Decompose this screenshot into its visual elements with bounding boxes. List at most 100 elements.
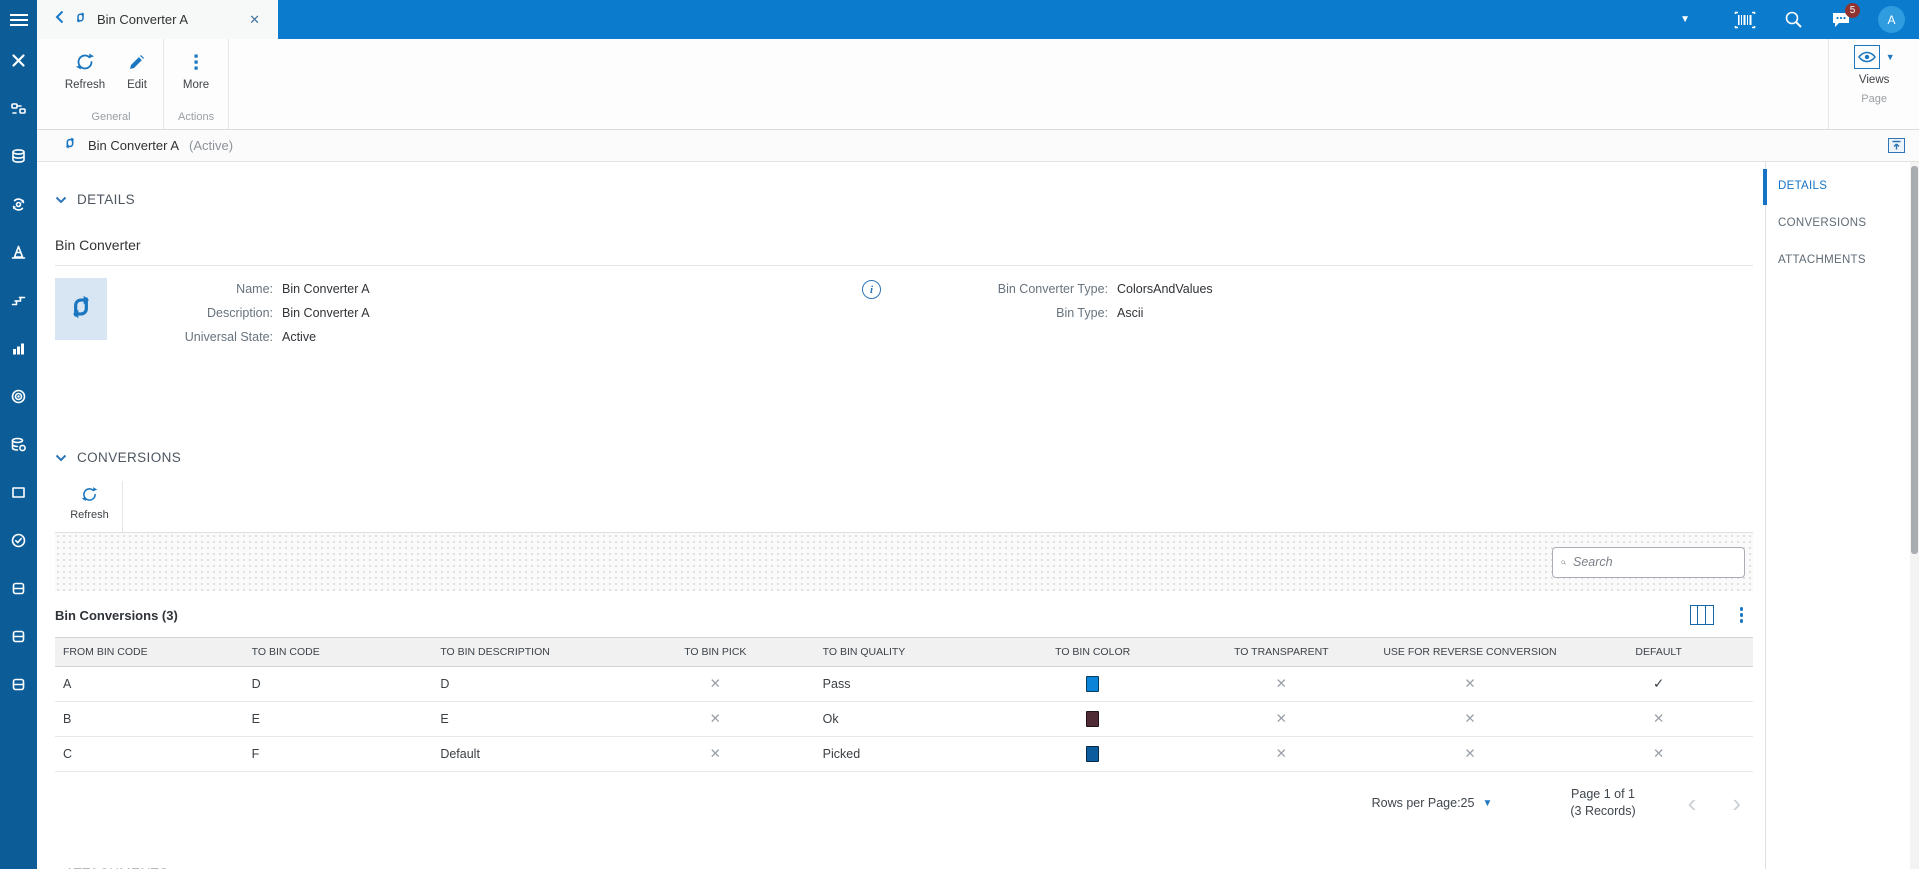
chevron-down-icon (55, 454, 67, 461)
record-header: Bin Converter A (Active) (37, 130, 1919, 162)
workflow-steps-icon[interactable] (10, 291, 28, 309)
cone-icon[interactable] (10, 243, 28, 261)
storage-box-icon[interactable] (10, 627, 28, 645)
open-in-window-icon[interactable] (1888, 138, 1905, 153)
section-nav: DETAILS CONVERSIONS ATTACHMENTS (1763, 162, 1905, 869)
back-icon[interactable] (55, 10, 64, 29)
col-default[interactable]: DEFAULT (1564, 638, 1753, 666)
cross-icon: ✕ (1464, 711, 1476, 726)
active-tab[interactable]: Bin Converter A ✕ (37, 0, 278, 39)
window-icon[interactable] (10, 483, 28, 501)
search-input[interactable] (1573, 555, 1736, 569)
cell-description: D (440, 677, 450, 691)
storage-box-icon[interactable] (10, 579, 28, 597)
info-icon[interactable]: i (862, 280, 881, 299)
color-swatch (1086, 746, 1100, 762)
search-icon[interactable] (1782, 9, 1804, 31)
edit-button[interactable]: Edit (111, 45, 163, 108)
conversions-toolbar: Refresh (55, 481, 1753, 533)
more-button[interactable]: More (170, 45, 222, 108)
tab-title: Bin Converter A (97, 12, 189, 27)
views-button[interactable]: ▼ (1853, 45, 1895, 69)
cell-description: Default (440, 747, 480, 761)
col-to-transparent[interactable]: TO TRANSPARENT (1187, 638, 1376, 666)
sync-gear-icon[interactable] (10, 195, 28, 213)
next-page-icon[interactable]: › (1732, 788, 1741, 819)
field-value-bin-type: Ascii (1117, 306, 1144, 320)
ribbon-group-page: ▼ Views Page (1828, 39, 1919, 129)
col-to-bin-code[interactable]: TO BIN CODE (244, 638, 433, 666)
search-box (1552, 546, 1745, 578)
tools-icon[interactable] (10, 51, 28, 69)
nav-item-attachments[interactable]: ATTACHMENTS (1766, 254, 1905, 266)
page-info: Page 1 of 1 (3 Records) (1570, 786, 1635, 820)
cell-from: B (63, 712, 72, 726)
database-icon[interactable] (10, 147, 28, 165)
details-section-header[interactable]: DETAILS (55, 192, 1753, 207)
table-row[interactable]: B E E ✕ Ok ✕ ✕ ✕ (55, 702, 1753, 737)
chevron-down-icon[interactable]: ▼ (1680, 14, 1690, 25)
check-circle-icon[interactable] (10, 531, 28, 549)
col-to-bin-quality[interactable]: TO BIN QUALITY (810, 638, 999, 666)
table-row[interactable]: A D D ✕ Pass ✕ ✕ ✓ (55, 667, 1753, 702)
integration-icon[interactable] (10, 99, 28, 117)
menu-icon[interactable] (0, 0, 37, 39)
cell-quality: Ok (822, 712, 839, 726)
col-to-bin-pick[interactable]: TO BIN PICK (621, 638, 810, 666)
cell-color (998, 702, 1187, 736)
color-swatch (1086, 711, 1100, 727)
refresh-label: Refresh (64, 79, 106, 91)
cell-color (998, 737, 1187, 771)
top-bar: Bin Converter A ✕ ▼ 5 A (37, 0, 1919, 39)
field-label-name: Name: (236, 282, 273, 296)
cell-to: F (251, 747, 260, 761)
details-card: Name: Bin Converter A Description: Bin C… (55, 274, 1753, 392)
rows-per-page-dropdown[interactable]: Rows per Page:25 ▼ (1372, 796, 1493, 810)
ribbon-group-actions: More Actions (164, 39, 230, 129)
close-icon[interactable]: ✕ (245, 10, 264, 30)
col-to-bin-description[interactable]: TO BIN DESCRIPTION (432, 638, 621, 666)
grid-more-icon[interactable] (1736, 605, 1748, 625)
record-title: Bin Converter A (88, 138, 180, 153)
database-settings-icon[interactable] (10, 435, 28, 453)
record-image-tile (55, 278, 107, 340)
check-icon: ✓ (1653, 676, 1665, 691)
record-count: (3 Records) (1570, 804, 1636, 818)
field-label-bin-type: Bin Type: (1056, 306, 1108, 320)
col-to-bin-color[interactable]: TO BIN COLOR (998, 638, 1187, 666)
col-use-for-reverse-conversion[interactable]: USE FOR REVERSE CONVERSION (1376, 638, 1565, 666)
nav-item-details[interactable]: DETAILS (1763, 169, 1905, 205)
record-state: (Active) (189, 138, 234, 153)
nav-item-conversions[interactable]: CONVERSIONS (1766, 217, 1905, 229)
app-window: Bin Converter A ✕ ▼ 5 A Refresh Edit Gen… (0, 0, 1919, 869)
conversions-table: FROM BIN CODE TO BIN CODE TO BIN DESCRIP… (55, 637, 1753, 772)
storage-box-icon[interactable] (10, 675, 28, 693)
cell-quality: Picked (822, 747, 861, 761)
barcode-icon[interactable] (1734, 9, 1756, 31)
cell-from: A (63, 677, 72, 691)
refresh-button[interactable]: Refresh (59, 45, 111, 108)
color-swatch (1086, 676, 1100, 692)
table-header-row: FROM BIN CODE TO BIN CODE TO BIN DESCRIP… (55, 637, 1753, 667)
bar-chart-icon[interactable] (10, 339, 28, 357)
conversions-refresh-button[interactable]: Refresh (57, 481, 123, 532)
cross-icon: ✕ (1464, 746, 1476, 761)
edit-label: Edit (127, 79, 147, 91)
views-label: Views (1858, 74, 1890, 86)
avatar[interactable]: A (1878, 6, 1905, 33)
chat-icon[interactable]: 5 (1830, 2, 1860, 31)
chevron-down-icon[interactable]: ▼ (1886, 52, 1895, 62)
converter-loop-icon (73, 10, 88, 30)
column-chooser-icon[interactable] (1689, 605, 1714, 625)
cross-icon: ✕ (709, 746, 721, 761)
table-row[interactable]: C F Default ✕ Picked ✕ ✕ ✕ (55, 737, 1753, 772)
target-icon[interactable] (10, 387, 28, 405)
scrollbar-thumb[interactable] (1911, 166, 1918, 554)
grid-title: Bin Conversions (3) (55, 607, 178, 623)
left-sidebar (0, 0, 37, 869)
cross-icon: ✕ (1275, 676, 1287, 691)
col-from-bin-code[interactable]: FROM BIN CODE (55, 638, 244, 666)
conversions-section-header[interactable]: CONVERSIONS (55, 450, 1753, 465)
cell-quality: Pass (822, 677, 851, 691)
previous-page-icon[interactable]: ‹ (1688, 788, 1697, 819)
